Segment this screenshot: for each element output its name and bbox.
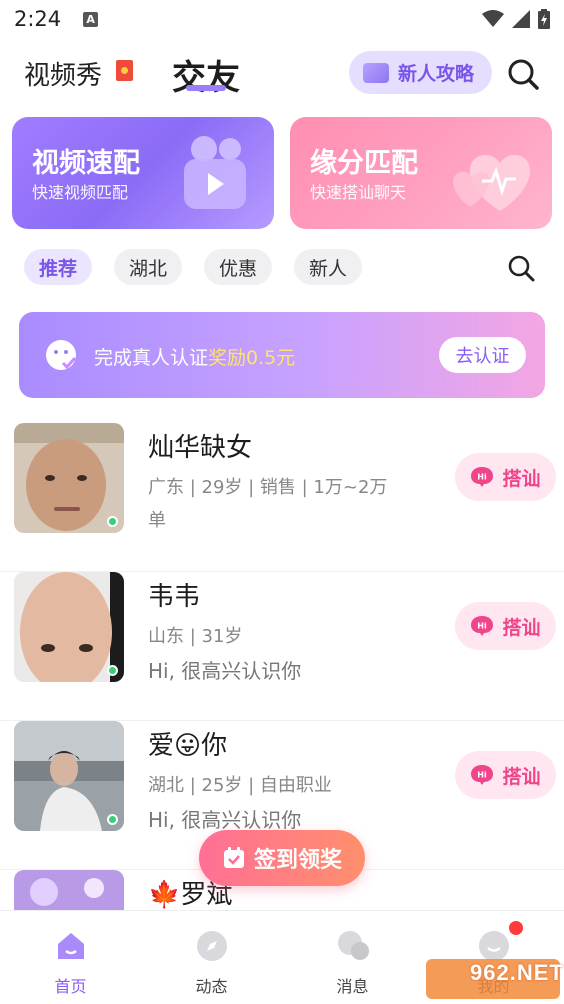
tab-video-show[interactable]: 视频秀 <box>24 55 102 92</box>
video-camera-icon <box>184 136 246 209</box>
fate-match-card[interactable]: 缘分匹配 快速搭讪聊天 <box>290 117 552 229</box>
filter-recommend[interactable]: 推荐 <box>24 249 93 285</box>
fate-match-subtitle: 快速搭讪聊天 <box>310 183 407 202</box>
filter-newcomer[interactable]: 新人 <box>294 249 363 285</box>
user-meta: 山东 | 31岁 <box>148 626 243 647</box>
user-meta: 湖北 | 25岁 | 自由职业 <box>148 775 332 796</box>
fate-match-title: 缘分匹配 <box>310 148 418 179</box>
nav-messages[interactable]: 消息 <box>282 911 423 1004</box>
guide-book-icon <box>363 62 389 83</box>
go-verify-button[interactable]: 去认证 <box>439 337 526 373</box>
active-tab-indicator <box>186 85 226 91</box>
newbie-guide-label: 新人攻略 <box>398 63 475 85</box>
chat-bubbles-icon <box>337 931 369 960</box>
svg-text:Hi: Hi <box>478 622 488 631</box>
online-indicator <box>107 665 118 676</box>
chat-up-button[interactable]: Hi 搭讪 <box>455 453 556 501</box>
user-name: 灿华缺女 <box>148 433 253 463</box>
user-meta: 广东 | 29岁 | 销售 | 1万~2万单 <box>148 477 388 531</box>
tab-friends[interactable]: 交友 <box>172 50 240 99</box>
sign-in-label: 签到领奖 <box>253 848 342 873</box>
verified-face-icon <box>46 340 77 370</box>
svg-text:Hi: Hi <box>478 771 488 780</box>
hi-bubble-icon: Hi <box>471 467 494 487</box>
user-name: 韦韦 <box>148 582 201 612</box>
nav-home-label: 首页 <box>54 977 87 996</box>
status-time: 2:24 <box>14 7 62 31</box>
status-bar: 2:24 A <box>0 0 564 38</box>
nav-moments-label: 动态 <box>195 977 228 996</box>
online-indicator <box>107 516 118 527</box>
search-icon[interactable] <box>506 57 540 91</box>
chat-up-button[interactable]: Hi 搭讪 <box>455 602 556 650</box>
filter-hubei[interactable]: 湖北 <box>114 249 183 285</box>
compass-icon <box>196 931 227 961</box>
sign-in-reward-button[interactable]: 签到领奖 <box>199 830 365 886</box>
user-card[interactable]: 灿华缺女 广东 | 29岁 | 销售 | 1万~2万单 Hi 搭讪 <box>0 423 564 572</box>
hi-bubble-icon: Hi <box>471 765 494 785</box>
calendar-check-icon <box>223 847 244 868</box>
wifi-icon <box>482 10 504 27</box>
signal-icon <box>512 10 530 28</box>
verify-banner[interactable]: 完成真人认证奖励0.5元 去认证 <box>19 312 545 398</box>
verify-reward: 奖励0.5元 <box>208 347 296 369</box>
hearts-icon <box>453 154 531 211</box>
notification-icon: A <box>83 11 99 27</box>
user-card[interactable]: 韦韦 山东 | 31岁 Hi, 很高兴认识你 Hi 搭讪 <box>0 572 564 721</box>
status-icons <box>482 9 550 29</box>
verify-text: 完成真人认证奖励0.5元 <box>94 343 295 370</box>
filter-chips: 推荐 湖北 优惠 新人 <box>24 249 363 285</box>
user-greeting: Hi, 很高兴认识你 <box>148 808 302 832</box>
filter-discount[interactable]: 优惠 <box>204 249 273 285</box>
user-avatar[interactable] <box>14 572 124 682</box>
home-icon <box>57 933 84 959</box>
notification-badge <box>509 921 523 935</box>
filter-search-icon[interactable] <box>506 253 536 283</box>
svg-text:Hi: Hi <box>478 473 488 482</box>
user-avatar[interactable] <box>14 721 124 831</box>
newbie-guide-button[interactable]: 新人攻略 <box>349 51 492 94</box>
hi-bubble-icon: Hi <box>471 616 494 636</box>
battery-icon <box>538 9 550 29</box>
chat-up-label: 搭讪 <box>502 616 541 639</box>
user-avatar[interactable] <box>14 423 124 533</box>
chat-up-button[interactable]: Hi 搭讪 <box>455 751 556 799</box>
nav-messages-label: 消息 <box>336 977 369 996</box>
red-packet-icon[interactable] <box>116 60 133 81</box>
video-match-title: 视频速配 <box>32 148 140 179</box>
chat-up-label: 搭讪 <box>502 765 541 788</box>
top-header: 视频秀 交友 新人攻略 <box>0 44 564 102</box>
online-indicator <box>107 814 118 825</box>
verify-message: 完成真人认证 <box>94 347 209 369</box>
user-greeting: Hi, 很高兴认识你 <box>148 659 302 683</box>
video-match-subtitle: 快速视频匹配 <box>32 183 129 202</box>
user-name: 爱😛你 <box>148 731 228 761</box>
site-watermark-text: 962.NET <box>470 960 564 985</box>
video-match-card[interactable]: 视频速配 快速视频匹配 <box>12 117 274 229</box>
chat-up-label: 搭讪 <box>502 467 541 490</box>
nav-home[interactable]: 首页 <box>0 911 141 1004</box>
nav-moments[interactable]: 动态 <box>141 911 282 1004</box>
